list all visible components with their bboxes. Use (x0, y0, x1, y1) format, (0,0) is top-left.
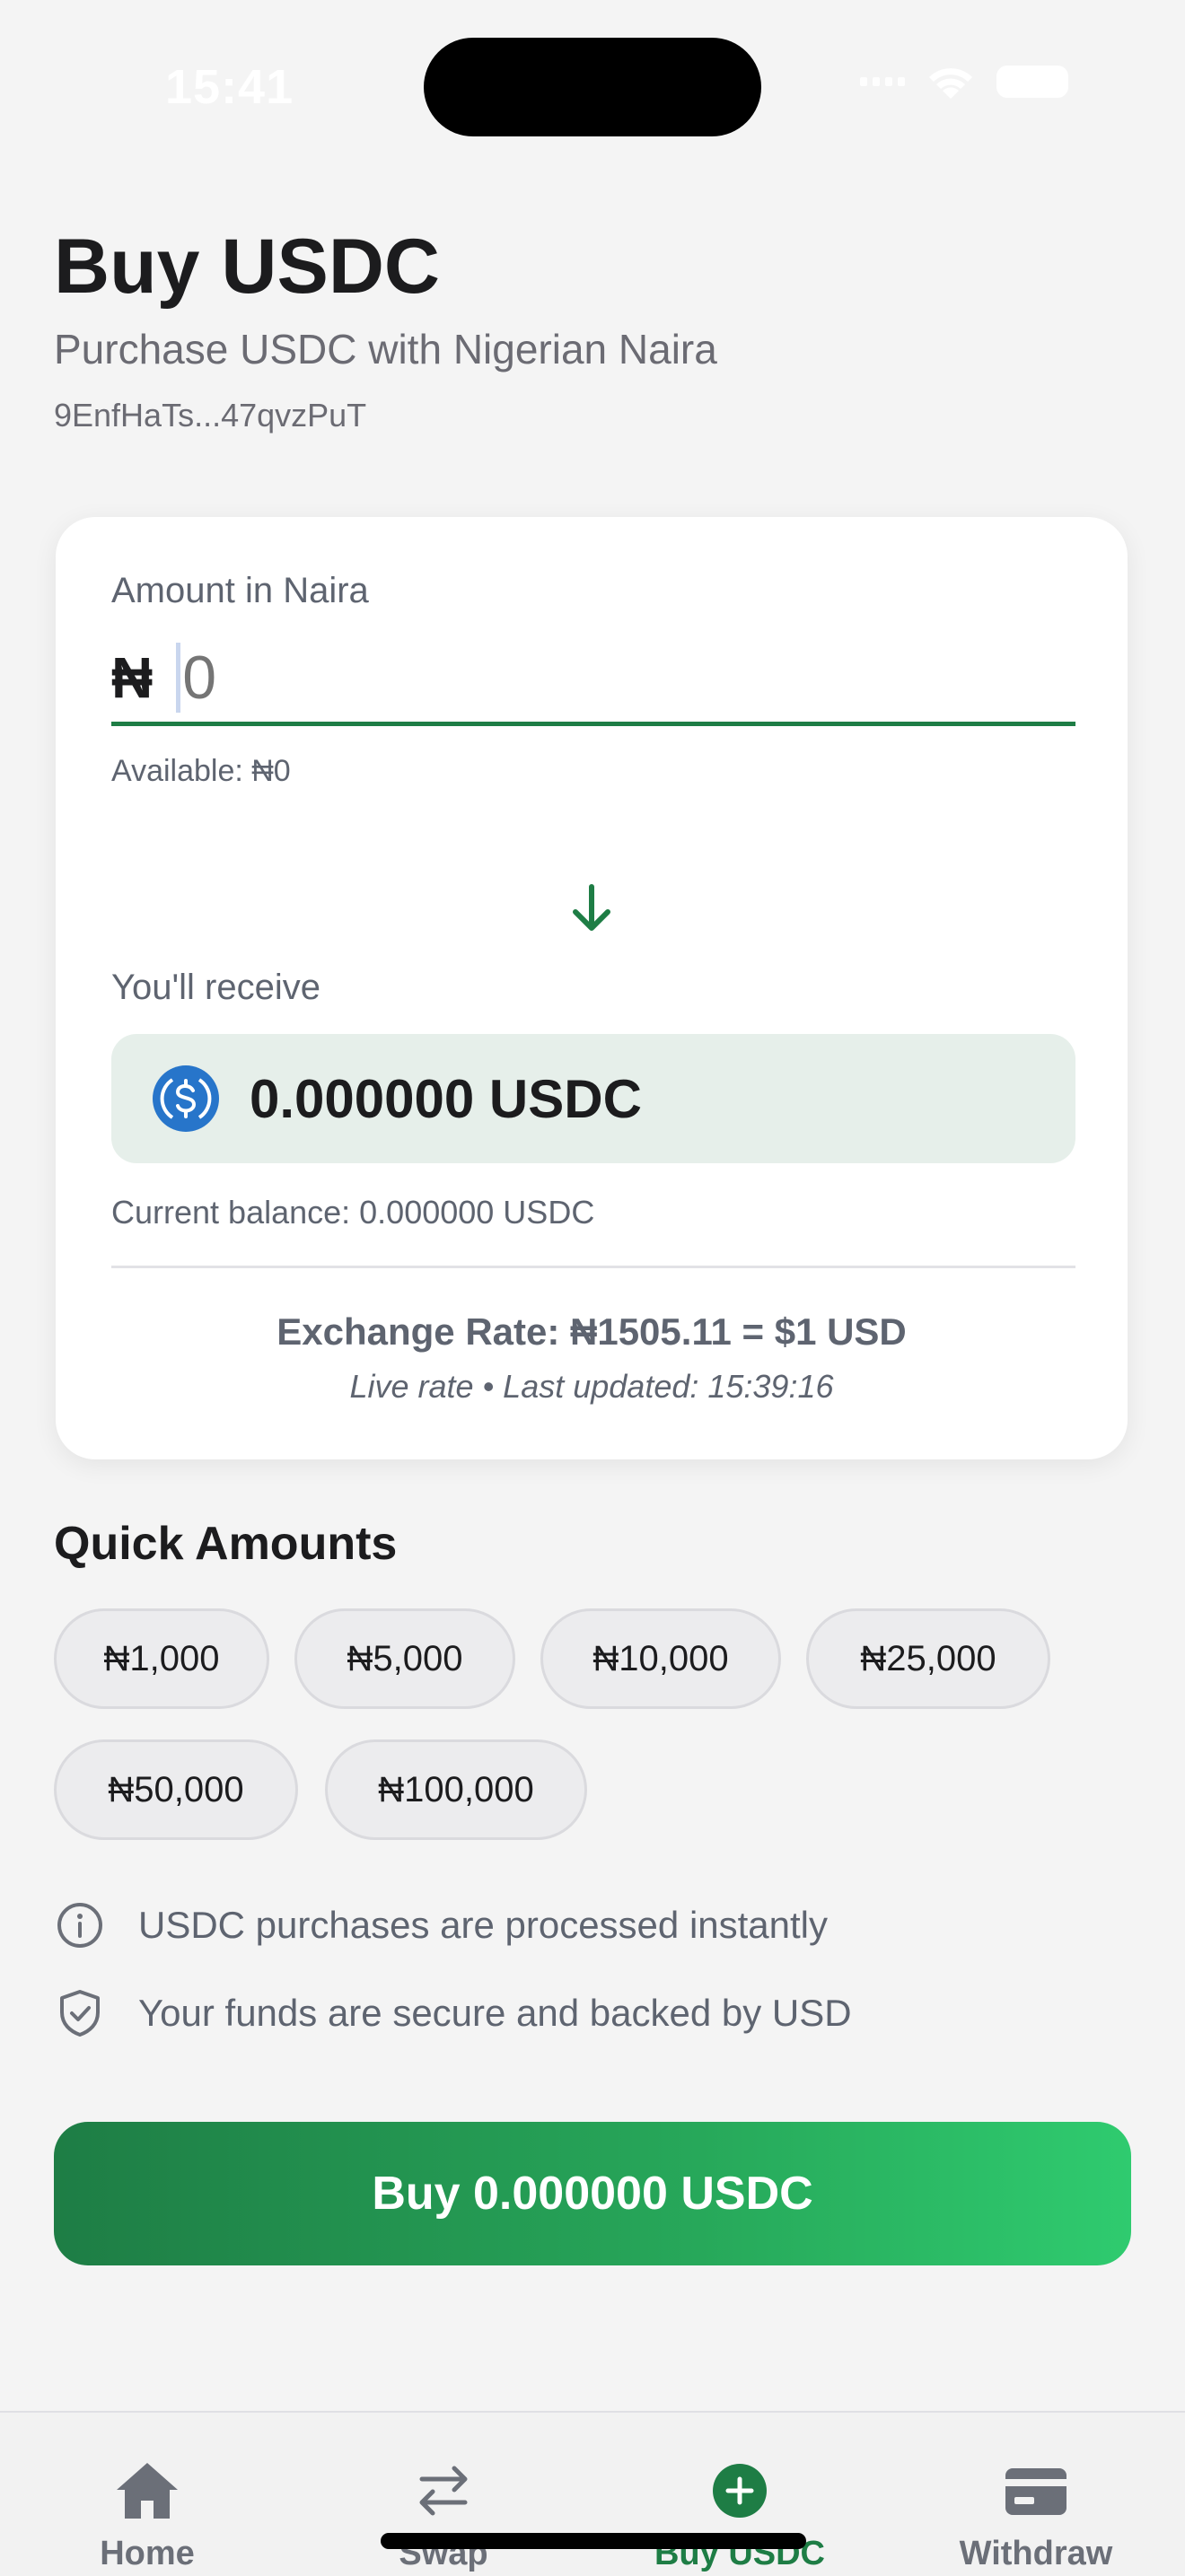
quick-amount-chip[interactable]: ₦50,000 (54, 1739, 298, 1840)
naira-symbol: ₦ (111, 645, 154, 710)
tab-swap[interactable]: Swap (336, 2459, 551, 2573)
home-indicator (381, 2533, 806, 2549)
receive-amount: 0.000000 USDC (250, 1068, 642, 1129)
battery-icon (996, 66, 1068, 98)
tab-home[interactable]: Home (40, 2459, 255, 2573)
card-icon (1005, 2468, 1066, 2515)
amount-input[interactable] (176, 643, 991, 713)
divider (111, 1266, 1075, 1268)
receive-amount-box: 0.000000 USDC (111, 1034, 1075, 1163)
page-title: Buy USDC (54, 223, 441, 310)
quick-amount-chip[interactable]: ₦5,000 (294, 1608, 515, 1709)
cellular-signal-icon (860, 77, 905, 86)
info-icon (57, 1903, 102, 1948)
available-balance: Available: ₦0 (111, 754, 291, 788)
status-time: 15:41 (165, 60, 294, 114)
status-icons (860, 63, 1068, 101)
buy-card: Amount in Naira ₦ Available: ₦0 You'll r… (56, 517, 1128, 1459)
rate-updated: Live rate • Last updated: 15:39:16 (349, 1368, 834, 1405)
quick-amounts-title: Quick Amounts (54, 1518, 398, 1570)
info-text: USDC purchases are processed instantly (138, 1904, 829, 1946)
page-subtitle: Purchase USDC with Nigerian Naira (54, 326, 717, 372)
tab-label: Withdraw (959, 2535, 1113, 2572)
quick-amount-chip[interactable]: ₦1,000 (54, 1608, 269, 1709)
amount-label: Amount in Naira (111, 571, 369, 610)
usdc-icon (153, 1065, 219, 1132)
dynamic-island (424, 38, 761, 136)
arrow-down-icon (573, 884, 610, 931)
quick-amount-chip[interactable]: ₦25,000 (806, 1608, 1050, 1709)
quick-amount-chip[interactable]: ₦10,000 (540, 1608, 781, 1709)
tab-withdraw[interactable]: Withdraw (928, 2459, 1144, 2573)
shield-check-icon (60, 1990, 100, 2037)
info-secure: Your funds are secure and backed by USD (54, 1987, 852, 2039)
info-instant: USDC purchases are processed instantly (54, 1899, 828, 1951)
buy-usdc-button[interactable]: Buy 0.000000 USDC (54, 2122, 1131, 2265)
wifi-icon (925, 63, 977, 101)
tab-bar: Home Swap Buy USDC Withdraw (0, 2411, 1185, 2576)
tab-label: Home (100, 2535, 195, 2572)
wallet-address: 9EnfHaTs...47qvzPuT (54, 397, 367, 434)
amount-field[interactable]: ₦ (111, 634, 1075, 726)
exchange-rate: Exchange Rate: ₦1505.11 = $1 USD (276, 1310, 907, 1353)
tab-buy-usdc[interactable]: Buy USDC (632, 2459, 847, 2573)
quick-amount-chip[interactable]: ₦100,000 (325, 1739, 587, 1840)
home-icon (117, 2463, 178, 2519)
receive-label: You'll receive (111, 968, 320, 1007)
swap-icon (419, 2466, 468, 2516)
plus-circle-icon (713, 2464, 767, 2518)
current-balance: Current balance: 0.000000 USDC (111, 1194, 595, 1231)
info-text: Your funds are secure and backed by USD (138, 1992, 852, 2034)
